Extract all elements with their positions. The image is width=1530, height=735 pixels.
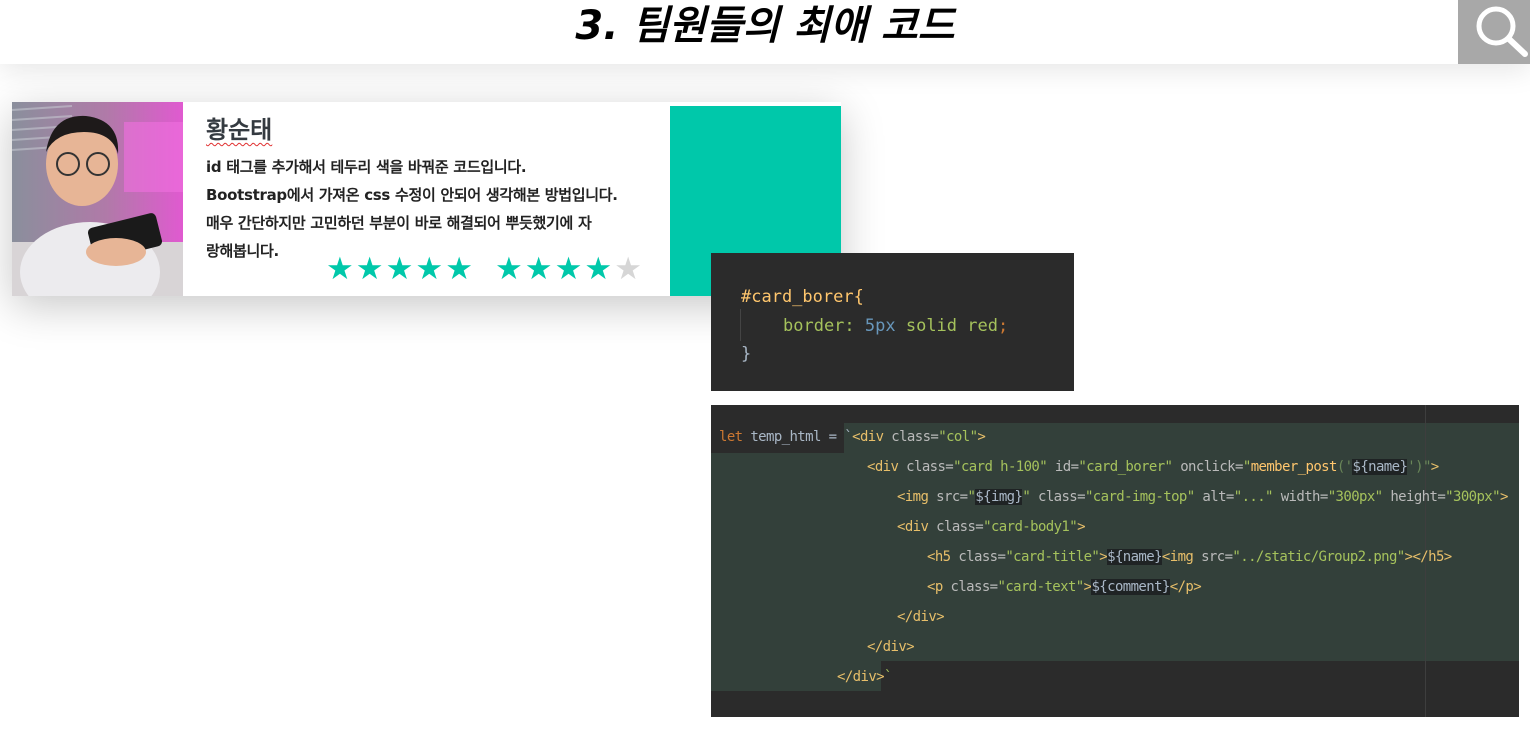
star-empty-icon: ★ <box>614 251 642 287</box>
star-icon: ★ <box>495 251 523 287</box>
js-line-4: <div class="card-body1"> <box>897 519 1086 535</box>
star-icon: ★ <box>326 251 354 287</box>
page-title: 3. 팀원들의 최애 코드 <box>575 3 955 49</box>
js-line-9: </div>` <box>837 669 892 685</box>
code-line-1: #card_borer{ <box>741 287 864 307</box>
search-icon <box>1476 6 1528 57</box>
star-icon: ★ <box>554 251 583 287</box>
star-icon: ★ <box>415 251 444 287</box>
star-icon: ★ <box>385 251 414 287</box>
star-icon: ★ <box>355 251 384 287</box>
star-icon: ★ <box>524 251 553 287</box>
js-line-5: <h5 class="card-title">${name}<img src="… <box>927 549 1452 565</box>
rating-stars-2: ★ ★ ★ ★ ★ <box>495 252 642 286</box>
comment-line-4: 랑해봅니다. <box>206 242 279 260</box>
js-line-3: <img src="${img}" class="card-img-top" a… <box>897 489 1508 505</box>
js-code-panel: let temp_html = `<div class="col"> <div … <box>711 405 1519 717</box>
rating-stars-1: ★ ★ ★ ★ ★ <box>326 252 473 286</box>
comment-line-3: 매우 간단하지만 고민하던 부분이 바로 해결되어 뿌듯했기에 자 <box>206 214 592 232</box>
code-line-3: } <box>741 344 752 364</box>
member-photo <box>12 102 183 296</box>
star-icon: ★ <box>584 251 613 287</box>
star-icon: ★ <box>445 251 473 287</box>
js-line-1: let temp_html = `<div class="col"> <box>719 429 986 445</box>
comment-line-2: Bootstrap에서 가져온 css 수정이 안되어 생각해본 방법입니다. <box>206 186 618 204</box>
code-line-2: border: 5px solid red; <box>783 316 1009 336</box>
search-button[interactable] <box>1458 0 1530 64</box>
js-line-8: </div> <box>867 639 915 655</box>
js-line-6: <p class="card-text">${comment}</p> <box>927 579 1202 595</box>
css-code-panel: #card_borer{ border: 5px solid red; } <box>711 253 1074 391</box>
js-line-7: </div> <box>897 609 945 625</box>
comment-line-1: id 태그를 추가해서 테두리 색을 바꿔준 코드입니다. <box>206 158 527 176</box>
member-name: 황순태 <box>206 116 273 144</box>
js-line-2: <div class="card h-100" id="card_borer" … <box>867 459 1439 475</box>
